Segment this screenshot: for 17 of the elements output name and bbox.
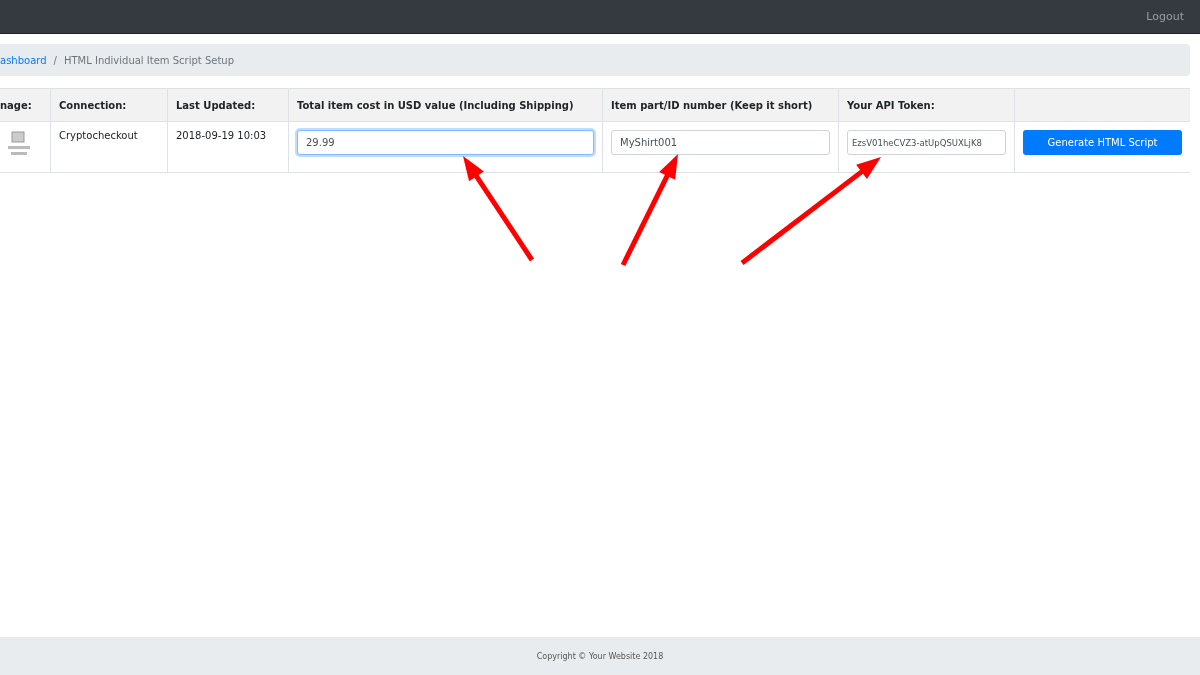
column-header: Item part/ID number (Keep it short) [602,88,838,122]
column-header: Last Updated: [167,88,288,122]
table-cell: 2018-09-19 10:03 [176,130,267,141]
item-id-input[interactable]: MyShirt001 [611,130,830,155]
column-header: Your API Token: [838,88,1014,122]
breadcrumb-link[interactable]: ashboard [0,54,47,66]
logout-link[interactable]: Logout [1146,10,1184,23]
price-input[interactable]: 29.99 [297,130,594,155]
column-header: nage: [0,88,50,122]
copyright-text: Copyright © Your Website 2018 [536,651,664,661]
column-header: Connection: [50,88,167,122]
table-cell: Cryptocheckout [59,130,138,141]
generate-button[interactable]: Generate HTML Script [1023,130,1182,155]
breadcrumb-separator: / [53,54,57,66]
column-header: Total item cost in USD value (Including Shipping) [288,88,602,122]
breadcrumb-current: HTML Individual Item Script Setup [63,54,235,66]
api-token-input[interactable]: EzsV01heCVZ3-atUpQSUXLjK8 [847,130,1006,155]
